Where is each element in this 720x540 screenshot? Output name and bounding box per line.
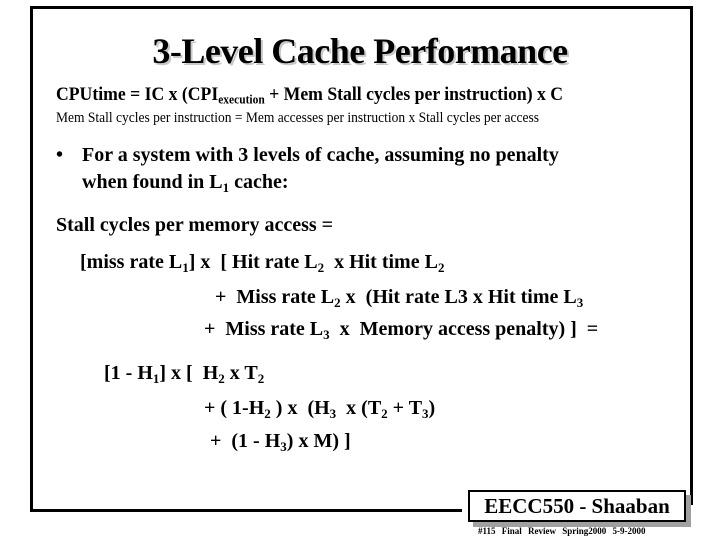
expansion-line-3: + (1 - H3) x M) ] — [210, 430, 351, 453]
cpu-eq-rhs: + Mem Stall cycles per instruction) x C — [264, 84, 564, 105]
bullet-line-2: when found in L1 cache: — [82, 171, 289, 194]
expansion-line-2: + ( 1-H2 ) x (H3 x (T2 + T3) — [204, 397, 435, 420]
formula-text: + ( 1-H — [204, 397, 265, 419]
formula-text: x T — [224, 362, 258, 384]
formula-text: [1 - H — [104, 362, 153, 384]
bullet-line-1: • For a system with 3 levels of cache, as… — [56, 144, 559, 167]
formula-text: ) x M) ] — [286, 430, 351, 452]
formula-text: [miss rate L — [80, 251, 183, 273]
formula-text: ] x [ Hit rate L — [188, 251, 318, 273]
footer-lecture: Final Review — [501, 526, 557, 536]
formula-line-3: + Miss rate L3 x Memory access penalty) … — [204, 318, 598, 341]
formula-text: x Hit time L — [324, 251, 438, 273]
formula-line-2: + Miss rate L2 x (Hit rate L3 x Hit time… — [215, 286, 583, 309]
subscript: 3 — [576, 294, 584, 310]
formula-text: x (Hit rate L3 x Hit time L — [340, 286, 577, 308]
cpu-time-equation: CPUtime = IC x (CPIexecution + Mem Stall… — [56, 84, 563, 106]
formula-text: + (1 - H — [210, 430, 281, 452]
formula-text: ) x (H — [270, 397, 330, 419]
slide-title: 3-Level Cache Performance — [152, 31, 568, 71]
subscript: 2 — [437, 259, 445, 275]
cpu-eq-lhs: CPUtime = IC x (CPI — [56, 84, 219, 105]
footer-term: Spring2000 — [562, 526, 607, 536]
formula-line-1: [miss rate L1] x [ Hit rate L2 x Hit tim… — [80, 251, 444, 274]
formula-text: + Miss rate L — [215, 286, 335, 308]
bullet-text-2b: cache: — [229, 171, 289, 193]
bullet-text-1: For a system with 3 levels of cache, ass… — [82, 144, 559, 166]
formula-text: + Miss rate L — [204, 318, 324, 340]
subscript: 2 — [257, 370, 265, 386]
formula-text: x Memory access penalty) ] = — [329, 318, 599, 340]
mem-stall-equation: Mem Stall cycles per instruction = Mem a… — [56, 110, 539, 126]
bullet-text-2a: when found in L — [82, 171, 223, 193]
footer-info: #115 Final Review Spring2000 5-9-2000 — [478, 526, 646, 536]
footer-date: 5-9-2000 — [612, 526, 646, 536]
cpu-eq-subscript: execution — [218, 92, 265, 107]
formula-text: ] x [ H — [159, 362, 219, 384]
footer-course-box: EECC550 - Shaaban — [468, 490, 686, 522]
stall-heading: Stall cycles per memory access = — [56, 214, 334, 236]
bullet-icon: • — [56, 144, 64, 166]
formula-text: ) — [428, 397, 436, 419]
formula-text: + T — [387, 397, 423, 419]
formula-text: x (T — [336, 397, 382, 419]
expansion-line-1: [1 - H1] x [ H2 x T2 — [104, 362, 264, 385]
footer-slide-number: #115 — [478, 526, 496, 536]
